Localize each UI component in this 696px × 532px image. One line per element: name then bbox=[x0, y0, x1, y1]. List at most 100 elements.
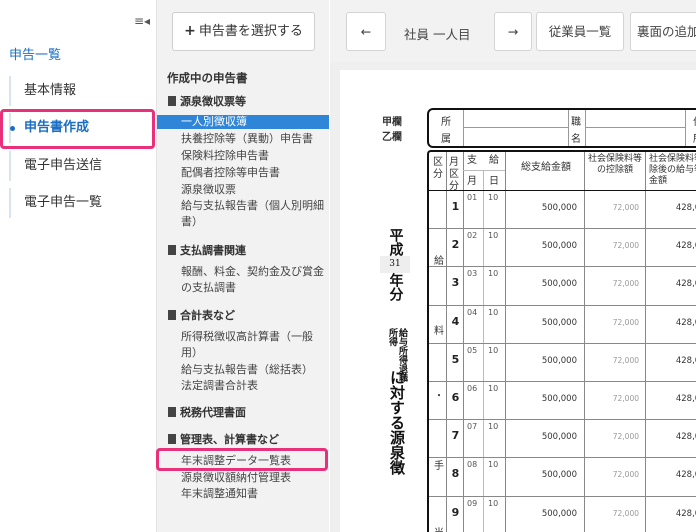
doc-item[interactable]: 源泉徴収額納付管理表 bbox=[181, 470, 327, 485]
col-header-day: 日 bbox=[489, 176, 499, 187]
pay-month-cell[interactable]: 07 bbox=[467, 422, 477, 431]
col-header-month: 月 bbox=[467, 176, 477, 187]
doc-item[interactable]: 用） bbox=[181, 345, 327, 360]
pay-month-cell[interactable]: 04 bbox=[467, 308, 477, 317]
total-pay-cell[interactable]: 500,000 bbox=[507, 470, 577, 480]
social-insurance-cell[interactable]: 72,000 bbox=[589, 432, 639, 441]
sidebar-item-e-filing-send[interactable]: 電子申告送信 bbox=[9, 151, 149, 181]
group-totals: 合計表など bbox=[168, 307, 235, 323]
add-back-side-button[interactable]: 裏面の追加 bbox=[630, 12, 696, 51]
doc-item[interactable]: 所得税徴収高計算書（一般 bbox=[181, 329, 327, 344]
group-label: 税務代理書面 bbox=[180, 406, 246, 419]
after-deduction-cell[interactable]: 428,000 bbox=[651, 356, 696, 366]
social-insurance-cell[interactable]: 72,000 bbox=[589, 241, 639, 250]
row-number: 5 bbox=[451, 352, 460, 366]
highlight-box bbox=[156, 448, 328, 471]
total-pay-cell[interactable]: 500,000 bbox=[507, 318, 577, 328]
side-label: 給 bbox=[434, 256, 444, 267]
doc-item[interactable]: 書） bbox=[181, 214, 327, 229]
pay-month-cell[interactable]: 06 bbox=[467, 384, 477, 393]
otsu-label: 乙欄 bbox=[382, 132, 402, 143]
doc-item[interactable]: 配偶者控除等申告書 bbox=[181, 165, 327, 180]
total-pay-cell[interactable]: 500,000 bbox=[507, 394, 577, 404]
document-icon bbox=[168, 96, 176, 106]
row-number: 2 bbox=[451, 238, 460, 252]
pay-day-cell[interactable]: 10 bbox=[488, 269, 498, 278]
row-number: 9 bbox=[451, 505, 460, 519]
row-divider bbox=[429, 381, 696, 382]
pay-month-cell[interactable]: 01 bbox=[467, 193, 477, 202]
after-deduction-cell[interactable]: 428,000 bbox=[651, 432, 696, 442]
pay-day-cell[interactable]: 10 bbox=[488, 193, 498, 202]
document-preview: 甲欄 乙欄 所 属 職 名 住 所 平成 31 年分 bbox=[330, 62, 696, 532]
doc-item[interactable]: 法定調書合計表 bbox=[181, 378, 327, 393]
pay-day-cell[interactable]: 10 bbox=[488, 460, 498, 469]
doc-item[interactable]: の支払調書 bbox=[181, 280, 327, 295]
after-deduction-cell[interactable]: 428,000 bbox=[651, 241, 696, 251]
total-pay-cell[interactable]: 500,000 bbox=[507, 432, 577, 442]
total-pay-cell[interactable]: 500,000 bbox=[507, 356, 577, 366]
select-form-button[interactable]: + 申告書を選択する bbox=[172, 12, 315, 51]
withholding-table: 区分 月区分 支 給 月 日 総支給金額 社会保険料等の控除額 社会保険料等控除… bbox=[427, 150, 696, 532]
row-number: 8 bbox=[451, 467, 460, 481]
sidebar-title[interactable]: 申告一覧 bbox=[9, 44, 61, 63]
after-deduction-cell[interactable]: 428,000 bbox=[651, 279, 696, 289]
total-pay-cell[interactable]: 500,000 bbox=[507, 279, 577, 289]
social-insurance-cell[interactable]: 72,000 bbox=[589, 279, 639, 288]
pay-day-cell[interactable]: 10 bbox=[488, 231, 498, 240]
sidebar-item-e-filing-list[interactable]: 電子申告一覧 bbox=[9, 188, 149, 218]
after-deduction-cell[interactable]: 428,000 bbox=[651, 203, 696, 213]
after-deduction-cell[interactable]: 428,000 bbox=[651, 470, 696, 480]
after-deduction-cell[interactable]: 428,000 bbox=[651, 318, 696, 328]
app-window: ≡◂ 申告一覧 基本情報 申告書作成 電子申告送信 電子申告一覧 + 申告書を選択… bbox=[0, 0, 696, 532]
pay-day-cell[interactable]: 10 bbox=[488, 499, 498, 508]
pay-month-cell[interactable]: 03 bbox=[467, 269, 477, 278]
pay-month-cell[interactable]: 05 bbox=[467, 346, 477, 355]
title-year: 平成 bbox=[387, 228, 404, 256]
pay-day-cell[interactable]: 10 bbox=[488, 346, 498, 355]
form-title-main: に対する源泉徴 bbox=[388, 370, 406, 475]
group-withholding: 源泉徴収票等 bbox=[168, 93, 246, 109]
pay-day-cell[interactable]: 10 bbox=[488, 308, 498, 317]
doc-item[interactable]: 扶養控除等（異動）申告書 bbox=[181, 131, 327, 146]
total-pay-cell[interactable]: 500,000 bbox=[507, 509, 577, 519]
next-employee-button[interactable]: → bbox=[494, 12, 532, 51]
col-header-after-deduction: 社会保険料等控除後の給与等の金額 bbox=[649, 154, 696, 186]
left-sidebar: ≡◂ 申告一覧 基本情報 申告書作成 電子申告送信 電子申告一覧 bbox=[0, 0, 157, 532]
affiliation-label: 所 bbox=[441, 117, 451, 128]
sidebar-item-basic-info[interactable]: 基本情報 bbox=[9, 76, 149, 106]
social-insurance-cell[interactable]: 72,000 bbox=[589, 470, 639, 479]
doc-item[interactable]: 給与支払報告書（個人別明細 bbox=[181, 198, 327, 213]
group-tax-agent: 税務代理書面 bbox=[168, 404, 246, 420]
row-divider bbox=[429, 266, 696, 268]
total-pay-cell[interactable]: 500,000 bbox=[507, 203, 577, 213]
doc-item[interactable]: 年末調整通知書 bbox=[181, 486, 327, 501]
prev-employee-button[interactable]: ← bbox=[346, 12, 386, 51]
doc-item[interactable]: 保険料控除申告書 bbox=[181, 148, 327, 163]
pay-month-cell[interactable]: 08 bbox=[467, 460, 477, 469]
doc-item[interactable]: 源泉徴収票 bbox=[181, 182, 327, 197]
col-header-kyu: 給 bbox=[489, 155, 499, 166]
pay-day-cell[interactable]: 10 bbox=[488, 422, 498, 431]
social-insurance-cell[interactable]: 72,000 bbox=[589, 394, 639, 403]
social-insurance-cell[interactable]: 72,000 bbox=[589, 356, 639, 365]
pay-month-cell[interactable]: 02 bbox=[467, 231, 477, 240]
social-insurance-cell[interactable]: 72,000 bbox=[589, 509, 639, 518]
after-deduction-cell[interactable]: 428,000 bbox=[651, 509, 696, 519]
group-management: 管理表、計算書など bbox=[168, 431, 279, 447]
group-payment-records: 支払調書関連 bbox=[168, 242, 246, 258]
doc-item[interactable]: 報酬、料金、契約金及び賞金 bbox=[181, 264, 327, 279]
side-label: 料 bbox=[434, 326, 444, 337]
employee-list-button[interactable]: 従業員一覧 bbox=[536, 12, 624, 51]
total-pay-cell[interactable]: 500,000 bbox=[507, 241, 577, 251]
pay-day-cell[interactable]: 10 bbox=[488, 384, 498, 393]
social-insurance-cell[interactable]: 72,000 bbox=[589, 203, 639, 212]
collapse-sidebar-icon[interactable]: ≡◂ bbox=[134, 14, 150, 28]
col-header-shi: 支 bbox=[467, 155, 477, 166]
select-form-label: 申告書を選択する bbox=[198, 24, 303, 39]
after-deduction-cell[interactable]: 428,000 bbox=[651, 394, 696, 404]
social-insurance-cell[interactable]: 72,000 bbox=[589, 318, 639, 327]
pay-month-cell[interactable]: 09 bbox=[467, 499, 477, 508]
doc-item-selected[interactable]: 一人別徴収簿 bbox=[157, 115, 329, 129]
doc-item[interactable]: 給与支払報告書（総括表） bbox=[181, 362, 327, 377]
